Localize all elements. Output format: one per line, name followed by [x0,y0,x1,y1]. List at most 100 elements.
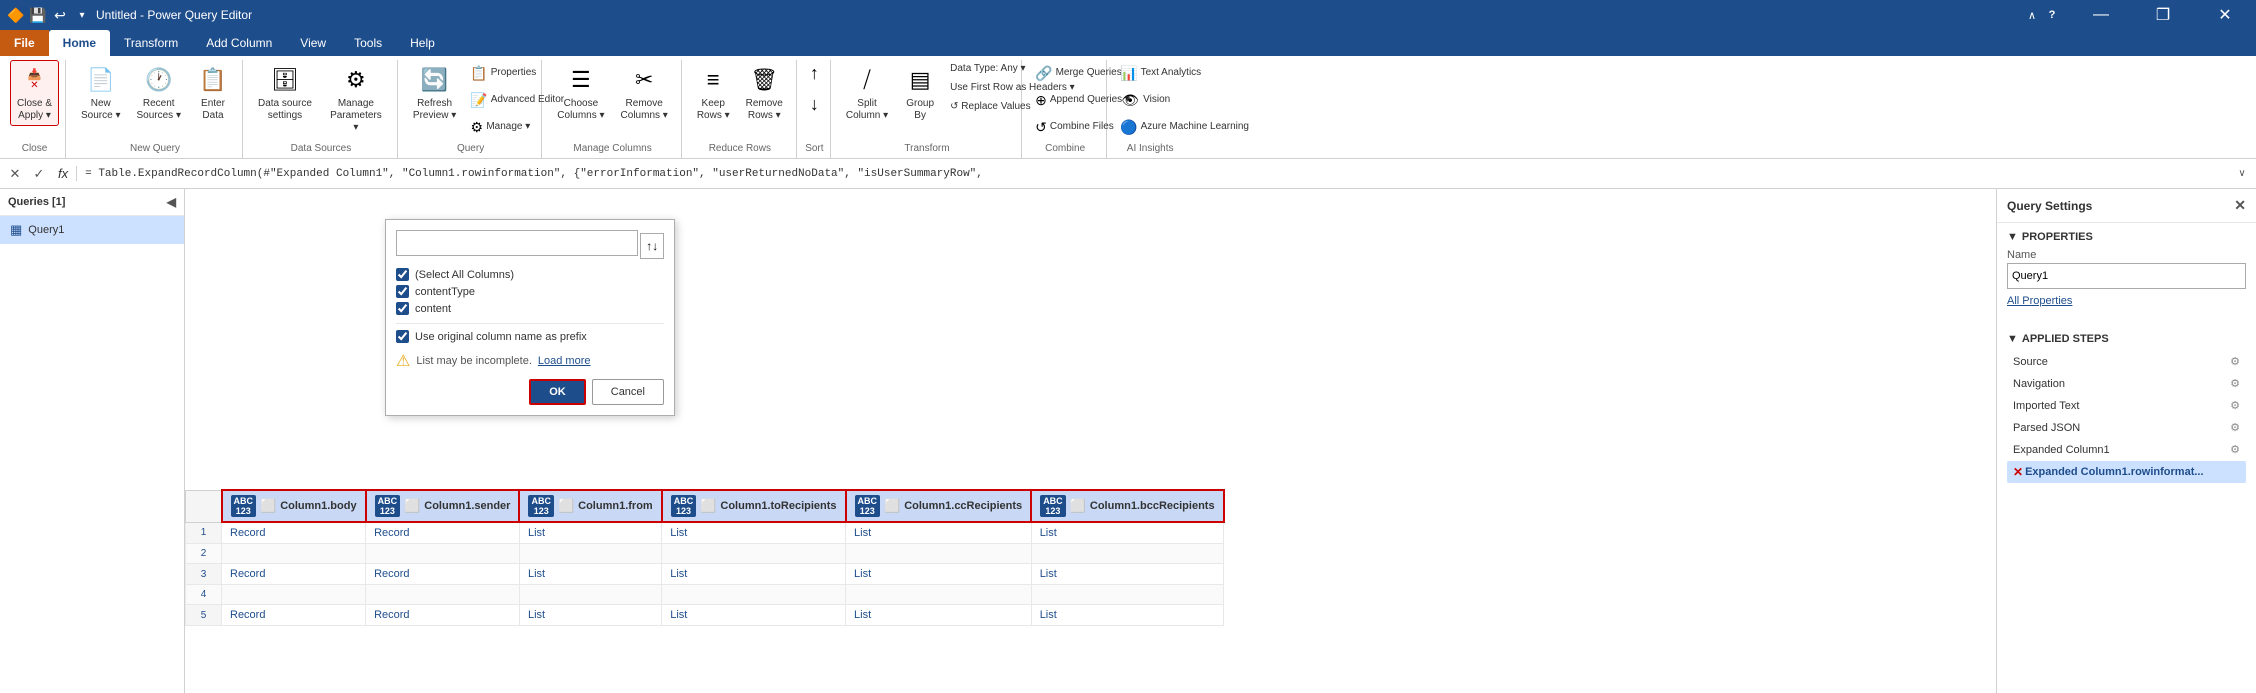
grid-cell-from[interactable]: List [519,564,661,585]
grid-cell-bccRecipients[interactable]: List [1031,564,1223,585]
new-source-button[interactable]: 📄 NewSource ▾ [74,60,127,126]
grid-cell-ccRecipients[interactable]: List [846,522,1032,544]
grid-cell-sender[interactable] [366,585,520,605]
tab-home[interactable]: Home [49,30,110,56]
query-name-input[interactable] [2007,263,2246,289]
step-expanded-rowinformat[interactable]: ✕ Expanded Column1.rowinformat... [2007,461,2246,483]
merge-queries-button[interactable]: 🔗 Merge Queries ▾ [1030,60,1100,86]
formula-confirm-button[interactable]: ✓ [28,163,50,185]
collapse-ribbon-icon[interactable]: ∧ [2028,9,2036,22]
tab-help[interactable]: Help [396,30,449,56]
settings-panel-close-button[interactable]: ✕ [2234,197,2246,214]
data-source-settings-button[interactable]: 🗄 Data sourcesettings [251,60,319,126]
tab-tools[interactable]: Tools [340,30,396,56]
save-icon[interactable]: 💾 [30,7,46,23]
sort-desc-button[interactable]: ↓ [805,91,824,118]
group-by-button[interactable]: ▤ GroupBy [897,60,943,126]
sort-asc-button[interactable]: ↑ [805,60,824,87]
col-expand-from[interactable]: ⬜ [558,498,574,514]
close-apply-button[interactable]: 📥 ✕ Close &Apply ▾ [10,60,59,126]
step-source-gear[interactable]: ⚙ [2230,355,2240,368]
col-expand-body[interactable]: ⬜ [260,498,276,514]
choose-columns-button[interactable]: ☰ ChooseColumns ▾ [550,60,611,126]
grid-col-header-sender[interactable]: ABC123 ⬜ Column1.sender [366,490,520,522]
advanced-editor-button[interactable]: 📝 Advanced Editor [465,87,535,113]
remove-columns-button[interactable]: ✂ RemoveColumns ▾ [614,60,675,126]
expand-select-all-checkbox[interactable] [396,268,409,281]
close-button[interactable]: ✕ [2202,0,2248,30]
expand-contentType-checkbox[interactable] [396,285,409,298]
vision-button[interactable]: 👁 Vision [1115,87,1185,113]
queries-panel-collapse-button[interactable]: ◀ [167,195,176,209]
properties-button[interactable]: 📋 Properties [465,60,535,86]
step-imported-text-gear[interactable]: ⚙ [2230,399,2240,412]
help-button[interactable]: ? [2042,5,2062,25]
expand-prefix-checkbox[interactable] [396,330,409,343]
refresh-preview-button[interactable]: 🔄 RefreshPreview ▾ [406,60,463,126]
grid-cell-ccRecipients[interactable]: List [846,564,1032,585]
grid-cell-body[interactable]: Record [222,522,366,544]
replace-values-button[interactable]: ↺ Replace Values [945,98,1015,116]
grid-cell-toRecipients[interactable] [662,544,846,564]
step-expanded-column1-gear[interactable]: ⚙ [2230,443,2240,456]
grid-cell-from[interactable] [519,544,661,564]
maximize-button[interactable]: ❐ [2140,0,2186,30]
step-navigation-gear[interactable]: ⚙ [2230,377,2240,390]
split-column-button[interactable]: ⧸ SplitColumn ▾ [839,60,895,126]
grid-col-header-bcc[interactable]: ABC123 ⬜ Column1.bccRecipients [1031,490,1223,522]
query-item-query1[interactable]: ▦ Query1 [0,216,184,244]
grid-cell-ccRecipients[interactable]: List [846,605,1032,626]
grid-col-header-to[interactable]: ABC123 ⬜ Column1.toRecipients [662,490,846,522]
grid-cell-body[interactable]: Record [222,564,366,585]
step-delete-icon[interactable]: ✕ [2013,465,2023,479]
expand-sort-button[interactable]: ↑↓ [640,233,664,259]
tab-transform[interactable]: Transform [110,30,192,56]
grid-cell-from[interactable]: List [519,522,661,544]
grid-col-header-from[interactable]: ABC123 ⬜ Column1.from [519,490,661,522]
grid-cell-body[interactable]: Record [222,605,366,626]
all-properties-link[interactable]: All Properties [2007,295,2246,307]
tab-file[interactable]: File [0,30,49,56]
grid-cell-body[interactable] [222,544,366,564]
grid-cell-bccRecipients[interactable]: List [1031,522,1223,544]
grid-cell-toRecipients[interactable]: List [662,605,846,626]
azure-ml-button[interactable]: 🔵 Azure Machine Learning [1115,114,1185,140]
remove-rows-button[interactable]: 🗑 RemoveRows ▾ [739,60,790,126]
manage-button[interactable]: ⚙ Manage ▾ [465,114,535,140]
tab-add-column[interactable]: Add Column [192,30,286,56]
manage-parameters-button[interactable]: ⚙ ManageParameters ▾ [321,60,391,138]
grid-cell-bccRecipients[interactable] [1031,544,1223,564]
formula-input[interactable] [81,163,2228,185]
recent-sources-button[interactable]: 🕐 RecentSources ▾ [130,60,188,126]
grid-cell-body[interactable] [222,585,366,605]
step-source[interactable]: Source ⚙ [2007,351,2246,372]
expand-load-more-link[interactable]: Load more [538,355,591,367]
grid-container[interactable]: ABC123 ⬜ Column1.body ABC123 ⬜ Column1.s… [185,489,1996,693]
data-type-button[interactable]: Data Type: Any ▾ [945,60,1015,78]
expand-content-item[interactable]: content [396,302,664,315]
step-imported-text[interactable]: Imported Text ⚙ [2007,395,2246,416]
enter-data-button[interactable]: 📋 EnterData [190,60,236,126]
grid-cell-bccRecipients[interactable]: List [1031,605,1223,626]
text-analytics-button[interactable]: 📊 Text Analytics [1115,60,1185,86]
expand-content-checkbox[interactable] [396,302,409,315]
grid-cell-sender[interactable]: Record [366,605,520,626]
grid-cell-from[interactable] [519,585,661,605]
grid-cell-bccRecipients[interactable] [1031,585,1223,605]
step-navigation[interactable]: Navigation ⚙ [2007,373,2246,394]
grid-cell-sender[interactable]: Record [366,522,520,544]
combine-files-button[interactable]: ↺ Combine Files [1030,114,1100,140]
keep-rows-button[interactable]: ≡ KeepRows ▾ [690,60,737,126]
expand-select-all-item[interactable]: (Select All Columns) [396,268,664,281]
step-parsed-json-gear[interactable]: ⚙ [2230,421,2240,434]
grid-col-header-cc[interactable]: ABC123 ⬜ Column1.ccRecipients [846,490,1032,522]
expand-cancel-button[interactable]: Cancel [592,379,664,405]
step-expanded-column1[interactable]: Expanded Column1 ⚙ [2007,439,2246,460]
expand-ok-button[interactable]: OK [529,379,586,405]
formula-cancel-button[interactable]: ✕ [4,163,26,185]
grid-cell-toRecipients[interactable] [662,585,846,605]
grid-cell-toRecipients[interactable]: List [662,564,846,585]
grid-cell-ccRecipients[interactable] [846,585,1032,605]
expand-contentType-item[interactable]: contentType [396,285,664,298]
append-queries-button[interactable]: ⊕ Append Queries ▾ [1030,87,1100,113]
